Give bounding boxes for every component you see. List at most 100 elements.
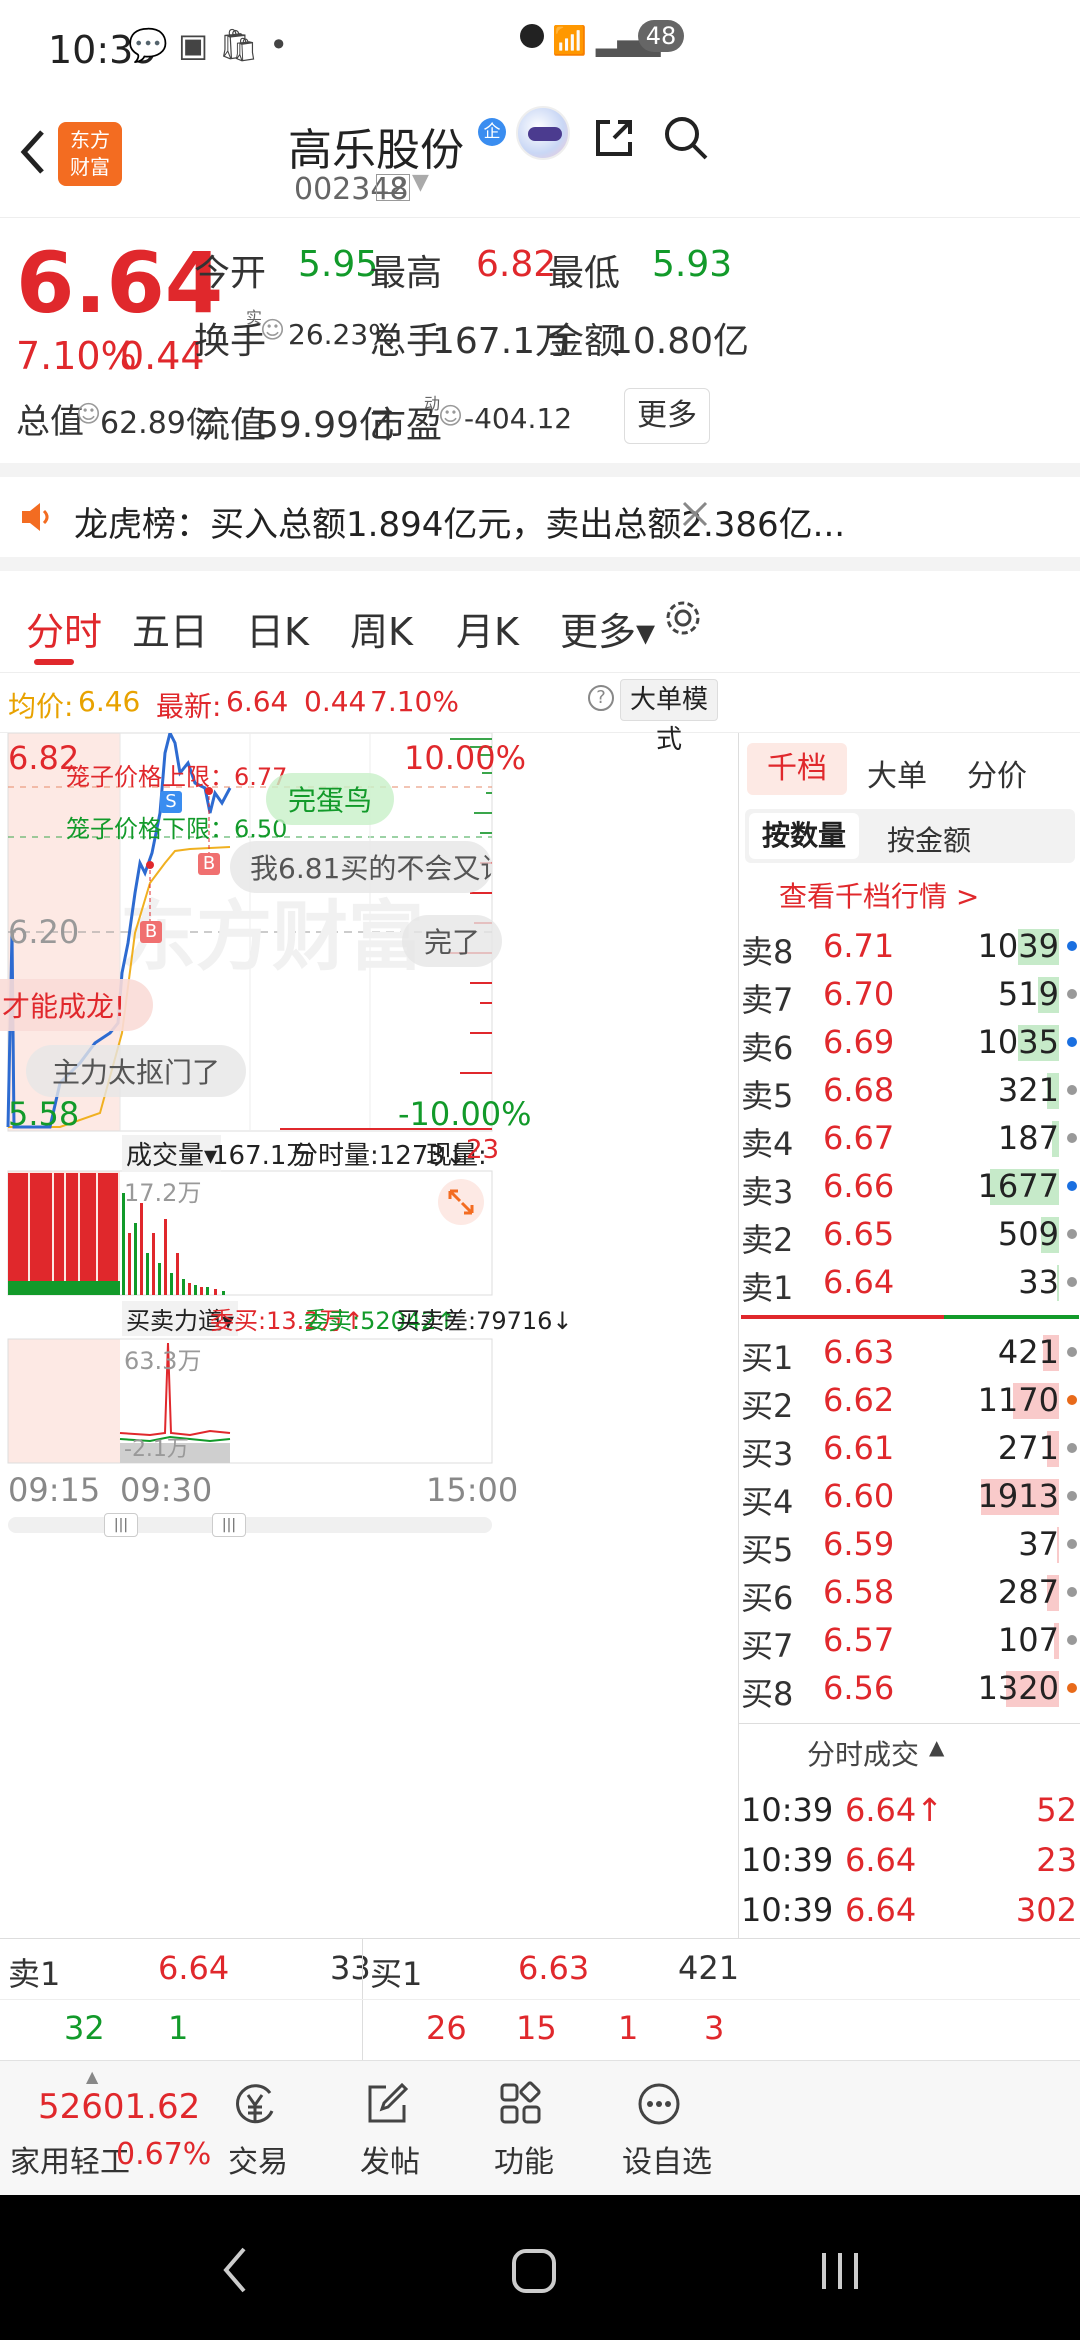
back-arrow-icon[interactable] (18, 128, 48, 176)
nav-trade[interactable]: 交易 (200, 2061, 310, 2196)
ask-row[interactable]: 卖1 6.64 33 (739, 1259, 1080, 1307)
dnd-icon (520, 24, 544, 48)
ask-price: 6.70 (823, 975, 895, 1013)
info-icon[interactable]: ☺ (438, 402, 463, 430)
comment-bubble[interactable]: 完蛋鸟 (266, 773, 395, 825)
notice-banner[interactable]: 龙虎榜：买入总额1.894亿元，卖出总额2.386亿... (0, 463, 1080, 571)
nav-add-watchlist[interactable]: 设自选 (600, 2061, 720, 2196)
recent-apps-icon[interactable] (816, 2249, 864, 2293)
view-depth-link[interactable]: 查看千档行情 > (779, 875, 979, 915)
active-tab-indicator (34, 659, 74, 665)
tab-more[interactable]: 更多▾ (560, 601, 655, 656)
bid-row[interactable]: 买2 6.62 1170 (739, 1377, 1080, 1425)
sell-queue-item: 32 (64, 2009, 105, 2047)
indicator-dot (1067, 1683, 1077, 1693)
indicator-dot (1067, 1037, 1077, 1047)
indicator-dot (1067, 1277, 1077, 1287)
subtab-by-amount[interactable]: 按金额 (887, 819, 971, 859)
index-value[interactable]: 52601.62 (38, 2087, 200, 2127)
nav-functions[interactable]: 功能 (466, 2061, 576, 2196)
comment-bubble[interactable]: 我6.81买的不会又让我卡 (230, 841, 492, 893)
ask-price: 6.67 (823, 1119, 895, 1157)
ask-row[interactable]: 卖3 6.66 1677 (739, 1163, 1080, 1211)
help-icon[interactable]: ? (588, 685, 614, 711)
chevron-up-icon[interactable]: ▲ (929, 1735, 944, 1759)
comment-bubble[interactable]: 才能成龙! (0, 979, 154, 1031)
slider-handle-right[interactable]: ||| (212, 1513, 246, 1537)
indicator-dot (1067, 1347, 1077, 1357)
bid-row[interactable]: 买7 6.57 107 (739, 1617, 1080, 1665)
ask-row[interactable]: 卖8 6.71 1039 (739, 923, 1080, 971)
trade-volume: 302 (1015, 1891, 1077, 1929)
index-name[interactable]: 家用轻工 (10, 2137, 130, 2181)
trade-row: 10:39 6.64 302 (739, 1887, 1080, 1935)
expand-icon[interactable] (438, 1179, 484, 1225)
volume-indicator-select[interactable]: 成交量▾ (122, 1135, 222, 1172)
indicator-dot (1067, 1181, 1077, 1191)
tab-monthly-k[interactable]: 月K (456, 601, 519, 656)
axis-min: 5.58 (8, 1095, 80, 1133)
grid-icon (500, 2081, 541, 2124)
ask-row[interactable]: 卖6 6.69 1035 (739, 1019, 1080, 1067)
sell-marker[interactable]: S (160, 791, 182, 813)
comment-bubble[interactable]: 主力太抠门了 (26, 1045, 247, 1097)
ask-row[interactable]: 卖5 6.68 321 (739, 1067, 1080, 1115)
divider (0, 1999, 1080, 2000)
info-icon[interactable]: ☺ (260, 316, 285, 344)
subtab-by-volume[interactable]: 按数量 (749, 813, 859, 859)
ask-row[interactable]: 卖4 6.67 187 (739, 1115, 1080, 1163)
big-order-mode-button[interactable]: 大单模式 (620, 679, 718, 755)
tab-intraday[interactable]: 分时 (26, 601, 102, 656)
tab-daily-k[interactable]: 日K (246, 601, 309, 656)
tab-price-dist[interactable]: 分价 (967, 751, 1027, 795)
bid-row[interactable]: 买5 6.59 37 (739, 1521, 1080, 1569)
app-logo[interactable]: 东方 财富 (58, 122, 122, 186)
close-icon[interactable] (682, 501, 708, 527)
bid-row[interactable]: 买6 6.58 287 (739, 1569, 1080, 1617)
home-icon[interactable] (510, 2247, 558, 2295)
avg-label: 均价: (8, 690, 74, 723)
cage-lower-label: 笼子价格下限：6.50 (66, 815, 288, 843)
tab-depth[interactable]: 千档 (747, 743, 847, 795)
chevron-down-icon[interactable]: ▼ (412, 170, 429, 195)
buy-marker[interactable]: B (140, 921, 162, 943)
time-scroll-track[interactable] (8, 1517, 492, 1533)
info-icon[interactable]: ☺ (76, 400, 101, 428)
bid-row[interactable]: 买4 6.60 1913 (739, 1473, 1080, 1521)
divider (362, 1939, 363, 2061)
ask-level-label: 卖3 (741, 1173, 794, 1211)
ask-price: 6.69 (823, 1023, 895, 1061)
intraday-chart[interactable]: 东方财富 6.82 10.00% 笼子价格上限：6.77 笼子价格下限：6.50… (0, 733, 738, 1938)
ask-row[interactable]: 卖2 6.65 509 (739, 1211, 1080, 1259)
level-badge[interactable]: L2 (376, 174, 411, 201)
buy-marker[interactable]: B (198, 853, 220, 875)
ask-row[interactable]: 卖7 6.70 519 (739, 971, 1080, 1019)
tab-weekly-k[interactable]: 周K (350, 601, 413, 656)
slider-handle-left[interactable]: ||| (104, 1513, 138, 1537)
trade-time: 10:39 (741, 1791, 834, 1829)
comment-bubble[interactable]: 完了 (402, 915, 503, 967)
bid-row[interactable]: 买3 6.61 271 (739, 1425, 1080, 1473)
gear-icon[interactable] (664, 599, 702, 637)
robot-assistant-icon[interactable] (516, 106, 570, 160)
bid-row[interactable]: 买8 6.56 1320 (739, 1665, 1080, 1713)
ask-price: 6.71 (823, 927, 895, 965)
tab-big-orders[interactable]: 大单 (867, 751, 927, 795)
indicator-dot (1067, 941, 1077, 951)
bid-price: 6.63 (823, 1333, 895, 1371)
index-pct: 0.67% (116, 2137, 212, 2172)
back-icon[interactable] (220, 2245, 250, 2295)
tab-five-day[interactable]: 五日 (132, 601, 208, 656)
last-value: 6.64 (226, 685, 289, 718)
more-circle-icon (638, 2083, 680, 2125)
bid-row[interactable]: 买1 6.63 421 (739, 1329, 1080, 1377)
more-button[interactable]: 更多 (624, 388, 710, 444)
chevron-up-icon[interactable]: ▲ (86, 2067, 98, 2086)
force-header: 买卖力道▾ 委买:13.2万↑ 委卖:52042↑ 买卖差:79716↓ (0, 1297, 573, 1337)
trades-title[interactable]: 分时成交 (807, 1733, 919, 1773)
search-icon[interactable] (662, 114, 710, 162)
ask-price: 6.66 (823, 1167, 895, 1205)
share-icon[interactable] (592, 116, 636, 160)
nav-post[interactable]: 发帖 (332, 2061, 442, 2196)
trade-point (146, 861, 154, 869)
